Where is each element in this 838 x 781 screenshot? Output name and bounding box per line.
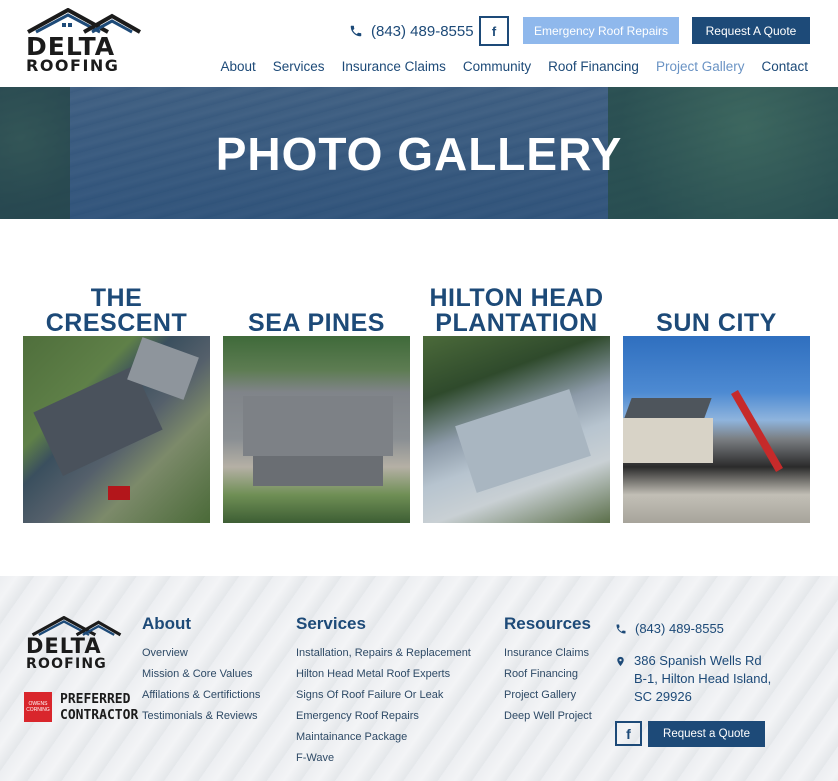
preferred-contractor-label: PREFERRED CONTRACTOR — [60, 692, 138, 724]
gallery-card-title[interactable]: SEA PINES — [223, 270, 410, 336]
site-footer: DELTA ROOFING OWENS CORNING PREFERRED CO… — [0, 576, 838, 781]
footer-link-affiliations[interactable]: Affilations & Certifictions — [142, 685, 260, 706]
nav-item-community[interactable]: Community — [446, 59, 531, 74]
footer-request-quote-button[interactable]: Request a Quote — [648, 721, 765, 747]
preferred-line: PREFERRED — [60, 692, 131, 707]
gallery-card-the-crescent[interactable]: THE CRESCENT — [23, 270, 210, 523]
phone-icon — [616, 624, 626, 634]
page-title: PHOTO GALLERY — [215, 128, 623, 180]
footer-link-maintenance[interactable]: Maintainance Package — [296, 727, 471, 748]
address-line-3: SC 29926 — [634, 689, 692, 704]
nav-item-roof-financing[interactable]: Roof Financing — [531, 59, 639, 74]
gallery-photo-the-crescent[interactable] — [23, 336, 210, 523]
footer-phone-number: (843) 489-8555 — [635, 621, 724, 636]
gallery-card-title[interactable]: THE CRESCENT — [23, 270, 210, 336]
footer-logo-word-delta: DELTA — [26, 634, 102, 658]
request-quote-button[interactable]: Request A Quote — [692, 17, 810, 44]
emergency-roof-repairs-button[interactable]: Emergency Roof Repairs — [523, 17, 679, 44]
footer-logo-word-roofing: ROOFING — [26, 656, 107, 672]
footer-link-roof-failure[interactable]: Signs Of Roof Failure Or Leak — [296, 685, 471, 706]
gallery-photo-sea-pines[interactable] — [223, 336, 410, 523]
footer-link-roof-financing[interactable]: Roof Financing — [504, 664, 592, 685]
footer-facebook-icon[interactable]: f — [615, 721, 642, 746]
footer-link-overview[interactable]: Overview — [142, 643, 260, 664]
gallery-card-sun-city[interactable]: SUN CITY — [623, 270, 810, 523]
footer-about-column: About Overview Mission & Core Values Aff… — [142, 614, 260, 727]
footer-link-insurance-claims[interactable]: Insurance Claims — [504, 643, 592, 664]
footer-logo[interactable]: DELTA ROOFING — [24, 615, 129, 676]
hero-banner: PHOTO GALLERY — [0, 87, 838, 219]
footer-link-metal-roof[interactable]: Hilton Head Metal Roof Experts — [296, 664, 471, 685]
header-phone[interactable]: (843) 489-8555 — [349, 20, 474, 42]
footer-about-heading: About — [142, 614, 192, 633]
nav-item-project-gallery[interactable]: Project Gallery — [639, 59, 745, 74]
footer-services-heading: Services — [296, 614, 366, 633]
facebook-icon[interactable]: f — [479, 16, 509, 46]
gallery-photo-hilton-head-plantation[interactable] — [423, 336, 610, 523]
footer-contact: (843) 489-8555 386 Spanish Wells Rd B-1,… — [615, 620, 771, 720]
nav-item-about[interactable]: About — [204, 59, 256, 74]
address-line-1: 386 Spanish Wells Rd — [634, 653, 762, 668]
phone-icon — [350, 25, 362, 37]
map-pin-icon — [617, 656, 624, 667]
footer-link-testimonials[interactable]: Testimonials & Reviews — [142, 706, 260, 727]
footer-link-f-wave[interactable]: F-Wave — [296, 748, 471, 769]
nav-item-services[interactable]: Services — [256, 59, 325, 74]
footer-services-column: Services Installation, Repairs & Replace… — [296, 614, 471, 769]
delta-roofing-logo[interactable]: DELTA ROOFING — [24, 7, 144, 78]
footer-resources-heading: Resources — [504, 614, 591, 633]
gallery-card-sea-pines[interactable]: SEA PINES — [223, 270, 410, 523]
logo-word-roofing: ROOFING — [26, 56, 120, 75]
gallery-photo-sun-city[interactable] — [623, 336, 810, 523]
gallery-card-title[interactable]: HILTON HEAD PLANTATION — [423, 270, 610, 336]
header-phone-number: (843) 489-8555 — [371, 22, 474, 40]
address-line-2: B-1, Hilton Head Island, — [634, 671, 772, 686]
footer-link-mission[interactable]: Mission & Core Values — [142, 664, 260, 685]
footer-link-installation[interactable]: Installation, Repairs & Replacement — [296, 643, 471, 664]
gallery-card-hilton-head-plantation[interactable]: HILTON HEAD PLANTATION — [423, 270, 610, 523]
footer-address[interactable]: 386 Spanish Wells Rd B-1, Hilton Head Is… — [615, 652, 771, 706]
footer-resources-column: Resources Insurance Claims Roof Financin… — [504, 614, 592, 727]
gallery-grid: THE CRESCENT SEA PINES HILTON HEAD PLANT… — [23, 270, 813, 525]
footer-link-project-gallery[interactable]: Project Gallery — [504, 685, 592, 706]
footer-link-deep-well[interactable]: Deep Well Project — [504, 706, 592, 727]
footer-link-emergency[interactable]: Emergency Roof Repairs — [296, 706, 471, 727]
owens-corning-logo: OWENS CORNING — [24, 692, 52, 722]
contractor-line: CONTRACTOR — [60, 708, 139, 723]
main-nav: About Services Insurance Claims Communit… — [204, 59, 808, 74]
nav-item-insurance-claims[interactable]: Insurance Claims — [325, 59, 446, 74]
gallery-card-title[interactable]: SUN CITY — [623, 270, 810, 336]
footer-phone[interactable]: (843) 489-8555 — [615, 620, 771, 638]
nav-item-contact[interactable]: Contact — [744, 59, 808, 74]
site-header: DELTA ROOFING (843) 489-8555 f Emergency… — [0, 0, 838, 87]
